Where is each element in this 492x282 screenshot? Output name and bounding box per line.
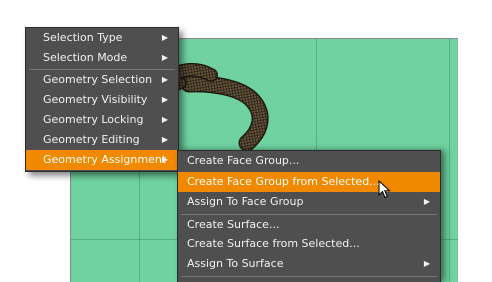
menu-item-create-face-group-from-selected[interactable]: Create Face Group from Selected...: [178, 172, 440, 192]
triangle-right-icon: ▶: [161, 33, 168, 42]
menu-item-selection-type[interactable]: Selection Type ▶: [26, 28, 178, 48]
menu-item-label: Assign To Surface: [187, 257, 284, 270]
menu-item-geometry-editing[interactable]: Geometry Editing ▶: [26, 130, 178, 150]
menu-item-assign-to-surface[interactable]: Assign To Surface ▶: [178, 254, 440, 274]
menu-item-create-surface-from-selected[interactable]: Create Surface from Selected...: [178, 234, 440, 254]
menu-separator: [181, 276, 437, 277]
submenu-geometry-assignment: Create Face Group... Create Face Group f…: [177, 150, 441, 282]
menu-item-geometry-selection[interactable]: Geometry Selection ▶: [26, 70, 178, 90]
menu-item-label: Selection Mode: [43, 51, 128, 64]
triangle-right-icon: ▶: [423, 259, 430, 268]
triangle-right-icon: ▶: [161, 75, 168, 84]
triangle-right-icon: ▶: [161, 115, 168, 124]
menu-item-label: Geometry Selection: [43, 73, 153, 86]
menu-item-geometry-locking[interactable]: Geometry Locking ▶: [26, 110, 178, 130]
menu-item-create-surface[interactable]: Create Surface...: [178, 215, 440, 235]
menu-item-label: Create Face Group from Selected...: [187, 175, 380, 188]
triangle-right-icon: ▶: [423, 197, 430, 206]
menu-item-label: Create Face Group...: [187, 154, 300, 167]
menu-item-label: Selection Type: [43, 31, 123, 44]
menu-item-label: Geometry Visibility: [43, 93, 148, 106]
menu-item-label: Geometry Editing: [43, 133, 140, 146]
mouse-pointer-icon: [378, 180, 391, 199]
menu-item-create-face-group[interactable]: Create Face Group...: [178, 151, 440, 171]
menu-item-geometry-assignment[interactable]: Geometry Assignment ▶: [26, 150, 178, 170]
triangle-right-icon: ▶: [161, 155, 168, 164]
menu-item-label: Assign To Face Group: [187, 195, 304, 208]
triangle-right-icon: ▶: [161, 95, 168, 104]
context-menu: Selection Type ▶ Selection Mode ▶ Geomet…: [25, 27, 179, 172]
menu-item-label: Create Surface...: [187, 218, 280, 231]
menu-item-selection-mode[interactable]: Selection Mode ▶: [26, 48, 178, 68]
menu-item-label: Create Surface from Selected...: [187, 237, 360, 250]
menu-item-geometry-visibility[interactable]: Geometry Visibility ▶: [26, 90, 178, 110]
menu-item-label: Geometry Assignment: [43, 153, 167, 166]
triangle-right-icon: ▶: [161, 135, 168, 144]
triangle-right-icon: ▶: [161, 53, 168, 62]
menu-item-label: Geometry Locking: [43, 113, 144, 126]
menu-item-assign-to-face-group[interactable]: Assign To Face Group ▶: [178, 192, 440, 212]
